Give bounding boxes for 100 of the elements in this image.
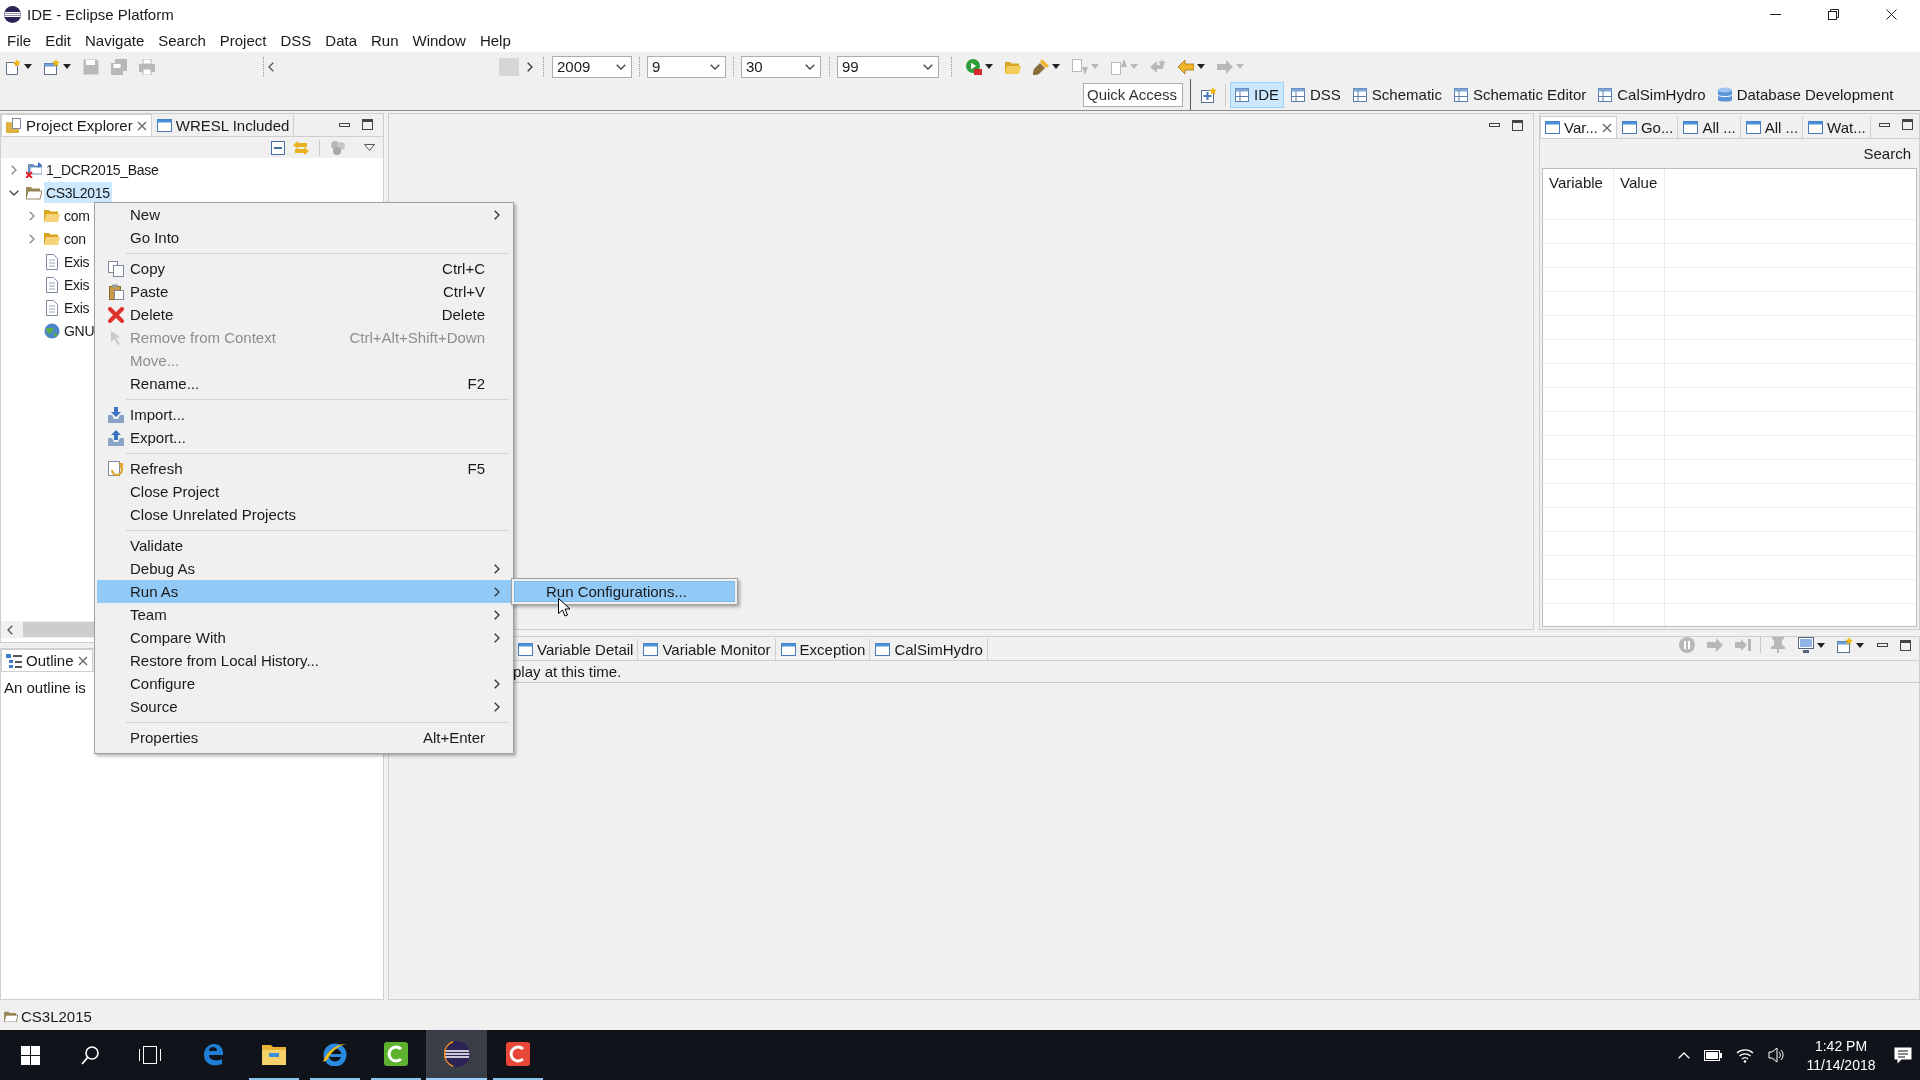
minimize-icon[interactable]: [339, 122, 350, 127]
close-icon[interactable]: [77, 655, 88, 666]
menu-item[interactable]: Validate: [97, 534, 511, 557]
menu-item[interactable]: Help: [472, 28, 518, 52]
menu-item[interactable]: Go Into: [97, 226, 511, 249]
tree-item[interactable]: 1_DCR2015_Base: [44, 159, 161, 180]
menu-item[interactable]: Run Configurations...: [514, 581, 735, 602]
stacked-windows-icon: [139, 1046, 161, 1064]
menu-item[interactable]: Paste Ctrl+V: [97, 280, 511, 303]
close-icon[interactable]: [1601, 122, 1612, 133]
column-header: Variable: [1549, 175, 1603, 190]
minus-square-icon[interactable]: [271, 140, 285, 155]
tree-item[interactable]: Exis: [62, 297, 92, 318]
chevron-down-icon: [923, 63, 933, 70]
perspective-button[interactable]: Schematic: [1347, 81, 1447, 108]
triangle-down-icon[interactable]: [364, 144, 375, 151]
menu-item[interactable]: Source: [97, 695, 511, 718]
tree-item[interactable]: CS3L2015: [44, 182, 112, 203]
view-tab[interactable]: Exception: [775, 638, 871, 660]
table-icon: [1453, 87, 1468, 102]
menu-item[interactable]: DSS: [273, 28, 319, 52]
view-tab[interactable]: Outline: [1, 649, 93, 671]
menu-item[interactable]: Team: [97, 603, 511, 626]
window-icon: [1808, 121, 1824, 134]
perspective-button[interactable]: CalSimHydro: [1593, 81, 1711, 108]
menu-item[interactable]: Navigate: [78, 28, 152, 52]
stacked-floppy-icon: [111, 58, 127, 75]
view-tab[interactable]: Var...: [1540, 116, 1617, 138]
search-field[interactable]: Quick Access: [1083, 82, 1183, 107]
tree-item[interactable]: Exis: [62, 274, 92, 295]
minimize-icon[interactable]: [1489, 123, 1500, 127]
perspective-button[interactable]: DSS: [1286, 81, 1346, 108]
battery-icon[interactable]: [1704, 1049, 1722, 1061]
menu-item[interactable]: Export...: [97, 426, 511, 449]
view-tab[interactable]: All ...: [1678, 116, 1741, 138]
menu-item[interactable]: Close Unrelated Projects: [97, 503, 511, 526]
view-tab[interactable]: Variable Monitor: [638, 638, 776, 660]
maximize-icon[interactable]: [1512, 119, 1523, 131]
view-tab[interactable]: All ...: [1740, 116, 1804, 138]
table-icon: [1598, 87, 1613, 102]
window-icon: [1745, 121, 1761, 134]
menu-item[interactable]: Refresh F5: [97, 457, 511, 480]
folder-page-icon: [6, 117, 22, 134]
minimize-icon[interactable]: [1877, 643, 1888, 647]
perspective-button[interactable]: Schematic Editor: [1448, 81, 1592, 108]
speaker-icon[interactable]: [1768, 1047, 1786, 1063]
menu-item[interactable]: Run As: [97, 580, 511, 603]
combo-box[interactable]: 99: [837, 55, 939, 78]
menu-item[interactable]: Edit: [38, 28, 79, 52]
view-tab[interactable]: Go...: [1616, 116, 1679, 138]
maximize-icon[interactable]: [1900, 639, 1911, 651]
menu-item[interactable]: Run: [364, 28, 406, 52]
play-circle-icon: [966, 58, 982, 75]
tree-item[interactable]: GNU: [62, 320, 97, 341]
notification-icon[interactable]: [1894, 1046, 1912, 1064]
menu-item[interactable]: Copy Ctrl+C: [97, 257, 511, 280]
dots-icon[interactable]: [330, 139, 346, 156]
file-icon: [46, 253, 58, 270]
menu-item[interactable]: Close Project: [97, 480, 511, 503]
menu-item[interactable]: Compare With: [97, 626, 511, 649]
menu-item[interactable]: Search: [151, 28, 213, 52]
toolbar-button[interactable]: [1795, 634, 1828, 656]
tree-item[interactable]: con: [62, 228, 88, 249]
menu-item[interactable]: New: [97, 203, 511, 226]
menu-item[interactable]: Configure: [97, 672, 511, 695]
menu-item[interactable]: Window: [405, 28, 473, 52]
menu-item[interactable]: Import...: [97, 403, 511, 426]
maximize-icon[interactable]: [362, 119, 373, 130]
menu-item[interactable]: Data: [318, 28, 364, 52]
table-icon: [1235, 87, 1249, 102]
chevron-up-icon[interactable]: [1678, 1051, 1690, 1059]
combo-box[interactable]: 30: [741, 55, 821, 78]
combo-box[interactable]: 9: [647, 55, 726, 78]
taskbar-app[interactable]: [426, 1030, 487, 1080]
minimize-icon[interactable]: [1879, 122, 1890, 127]
window-icon: [1545, 121, 1560, 134]
menu-item[interactable]: Restore from Local History...: [97, 649, 511, 672]
pause-circle-icon: [1679, 637, 1695, 653]
menu-item[interactable]: Delete Delete: [97, 303, 511, 326]
search-button[interactable]: Search: [1861, 141, 1913, 166]
menu-item[interactable]: Rename... F2: [97, 372, 511, 395]
close-icon[interactable]: [136, 120, 147, 131]
maximize-icon[interactable]: [1902, 119, 1913, 130]
page-down-arrow-icon: [1072, 58, 1088, 75]
wifi-icon[interactable]: [1736, 1047, 1754, 1063]
perspective-button[interactable]: IDE: [1230, 81, 1284, 108]
menu-item[interactable]: Debug As: [97, 557, 511, 580]
menu-item[interactable]: File: [0, 28, 39, 52]
view-tab[interactable]: Project Explorer: [1, 114, 152, 136]
tree-item[interactable]: Exis: [62, 251, 92, 272]
right-arrow-icon: [1707, 637, 1723, 653]
menu-item[interactable]: Project: [212, 28, 274, 52]
view-tab[interactable]: CalSimHydro: [870, 638, 988, 660]
view-tab[interactable]: WRESL Included: [151, 114, 295, 136]
dropdown-arrow-icon: [1856, 642, 1864, 648]
view-tab[interactable]: Wat...: [1803, 116, 1871, 138]
tree-item[interactable]: com: [62, 205, 92, 226]
combo-box[interactable]: 2009: [552, 55, 632, 78]
menu-item[interactable]: Properties Alt+Enter: [97, 726, 511, 749]
perspective-button[interactable]: Database Development: [1712, 81, 1899, 108]
